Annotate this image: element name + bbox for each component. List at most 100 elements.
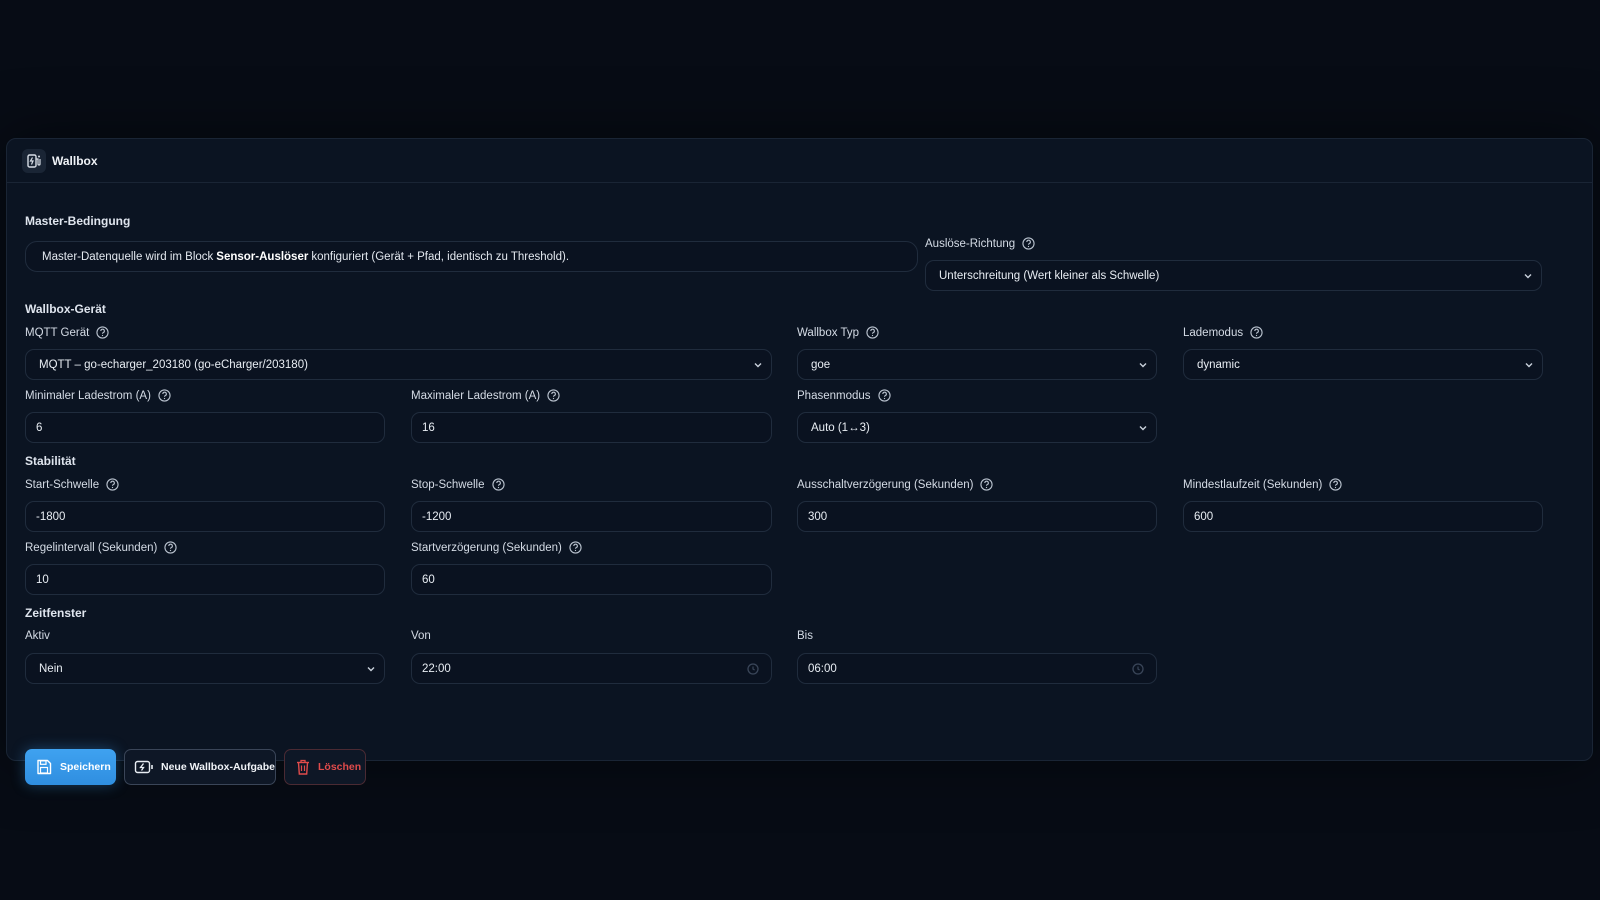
chevron-down-icon — [1139, 426, 1147, 431]
direction-label-text: Auslöse-Richtung — [925, 237, 1016, 250]
mqtt-label: MQTT Gerät — [25, 326, 109, 339]
delete-button-label: Löschen — [318, 761, 362, 773]
save-button[interactable]: Speichern — [25, 749, 116, 785]
to-time-input[interactable]: 06:00 — [797, 653, 1157, 684]
from-label-text: Von — [411, 630, 431, 642]
section-title-timewindow: Zeitfenster — [25, 606, 87, 620]
active-label-text: Aktiv — [25, 630, 50, 642]
start-delay-label: Startverzögerung (Sekunden) — [411, 541, 582, 554]
off-delay-value: 300 — [808, 510, 828, 523]
min-runtime-input[interactable]: 600 — [1183, 501, 1543, 532]
start-threshold-input[interactable]: -1800 — [25, 501, 385, 532]
phase-mode-select[interactable]: Auto (1↔3) — [797, 412, 1157, 443]
new-wallbox-task-button[interactable]: Neue Wallbox-Aufgabe — [124, 749, 276, 785]
to-label: Bis — [797, 630, 813, 642]
wallbox-type-value: goe — [811, 358, 831, 371]
start-delay-label-text: Startverzögerung (Sekunden) — [411, 541, 562, 554]
trash-icon — [297, 759, 309, 775]
direction-label: Auslöse-Richtung — [925, 237, 1035, 250]
panel-header: Wallbox — [7, 139, 1592, 183]
from-time-value: 22:00 — [422, 662, 451, 675]
charge-mode-label-text: Lademodus — [1183, 326, 1244, 339]
off-delay-input[interactable]: 300 — [797, 501, 1157, 532]
section-title-master: Master-Bedingung — [25, 214, 131, 228]
stop-threshold-label: Stop-Schwelle — [411, 478, 505, 491]
active-label: Aktiv — [25, 630, 50, 642]
start-threshold-value: -1800 — [36, 510, 66, 523]
max-current-label-text: Maximaler Ladestrom (A) — [411, 389, 541, 402]
min-runtime-value: 600 — [1194, 510, 1214, 523]
min-current-label-text: Minimaler Ladestrom (A) — [25, 389, 151, 402]
chevron-down-icon — [367, 667, 375, 672]
chevron-down-icon — [1524, 274, 1532, 279]
start-threshold-label: Start-Schwelle — [25, 478, 119, 491]
interval-value: 10 — [36, 573, 49, 586]
stop-threshold-value: -1200 — [422, 510, 452, 523]
active-select[interactable]: Nein — [25, 653, 385, 684]
master-info-suffix: konfiguriert (Gerät + Pfad, identisch zu… — [311, 250, 570, 263]
question-circle-icon[interactable] — [106, 478, 119, 491]
wallbox-type-label: Wallbox Typ — [797, 326, 879, 339]
master-info-bold: Sensor-Auslöser — [216, 250, 309, 263]
chevron-down-icon — [754, 363, 762, 368]
max-current-input[interactable]: 16 — [411, 412, 772, 443]
interval-label-text: Regelintervall (Sekunden) — [25, 541, 158, 554]
wallbox-type-select[interactable]: goe — [797, 349, 1157, 380]
question-circle-icon[interactable] — [96, 326, 109, 339]
direction-select[interactable]: Unterschreitung (Wert kleiner als Schwel… — [925, 260, 1542, 291]
start-delay-input[interactable]: 60 — [411, 564, 772, 595]
charging-battery-icon — [134, 760, 153, 774]
question-circle-icon[interactable] — [1329, 478, 1342, 491]
to-label-text: Bis — [797, 630, 813, 642]
question-circle-icon[interactable] — [866, 326, 879, 339]
from-time-input[interactable]: 22:00 — [411, 653, 772, 684]
charge-mode-select[interactable]: dynamic — [1183, 349, 1543, 380]
question-circle-icon[interactable] — [1022, 237, 1035, 250]
ev-charger-icon — [22, 148, 46, 173]
wallbox-panel: Wallbox Master-Bedingung Master-Datenque… — [6, 138, 1593, 785]
question-circle-icon[interactable] — [1250, 326, 1263, 339]
charge-mode-label: Lademodus — [1183, 326, 1263, 339]
panel-title: Wallbox — [52, 153, 98, 168]
chevron-down-icon — [1525, 363, 1533, 368]
stop-threshold-input[interactable]: -1200 — [411, 501, 772, 532]
clock-icon[interactable] — [747, 663, 759, 675]
delete-button[interactable]: Löschen — [284, 749, 366, 785]
save-button-label: Speichern — [60, 761, 111, 773]
question-circle-icon[interactable] — [547, 389, 560, 402]
mqtt-label-text: MQTT Gerät — [25, 326, 90, 339]
min-current-label: Minimaler Ladestrom (A) — [25, 389, 171, 402]
min-runtime-label: Mindestlaufzeit (Sekunden) — [1183, 478, 1342, 491]
phase-mode-label: Phasenmodus — [797, 389, 891, 402]
off-delay-label: Ausschaltverzögerung (Sekunden) — [797, 478, 994, 491]
min-runtime-label-text: Mindestlaufzeit (Sekunden) — [1183, 478, 1323, 491]
mqtt-device-select[interactable]: MQTT – go-echarger_203180 (go-eCharger/2… — [25, 349, 772, 380]
start-delay-value: 60 — [422, 573, 435, 586]
phase-mode-value: Auto (1↔3) — [811, 421, 870, 434]
to-time-value: 06:00 — [808, 662, 837, 675]
wallbox-type-label-text: Wallbox Typ — [797, 326, 859, 339]
interval-label: Regelintervall (Sekunden) — [25, 541, 177, 554]
min-current-value: 6 — [36, 421, 43, 434]
min-current-input[interactable]: 6 — [25, 412, 385, 443]
max-current-label: Maximaler Ladestrom (A) — [411, 389, 560, 402]
phase-mode-label-text: Phasenmodus — [797, 389, 871, 402]
question-circle-icon[interactable] — [491, 478, 505, 491]
stop-threshold-label-text: Stop-Schwelle — [411, 478, 485, 491]
start-threshold-label-text: Start-Schwelle — [25, 478, 100, 491]
question-circle-icon[interactable] — [164, 541, 177, 554]
question-circle-icon[interactable] — [158, 389, 171, 402]
clock-icon[interactable] — [1132, 663, 1144, 675]
off-delay-label-text: Ausschaltverzögerung (Sekunden) — [797, 478, 974, 491]
direction-select-value: Unterschreitung (Wert kleiner als Schwel… — [939, 269, 1160, 282]
new-wallbox-task-label: Neue Wallbox-Aufgabe — [161, 761, 275, 773]
master-info-box: Master-Datenquelle wird im Block Sensor-… — [25, 241, 918, 272]
interval-input[interactable]: 10 — [25, 564, 385, 595]
question-circle-icon[interactable] — [980, 478, 994, 491]
floppy-disk-icon — [37, 759, 52, 775]
from-label: Von — [411, 630, 431, 642]
question-circle-icon[interactable] — [569, 541, 582, 554]
question-circle-icon[interactable] — [877, 389, 891, 402]
chevron-down-icon — [1139, 363, 1147, 368]
charge-mode-value: dynamic — [1197, 358, 1240, 371]
